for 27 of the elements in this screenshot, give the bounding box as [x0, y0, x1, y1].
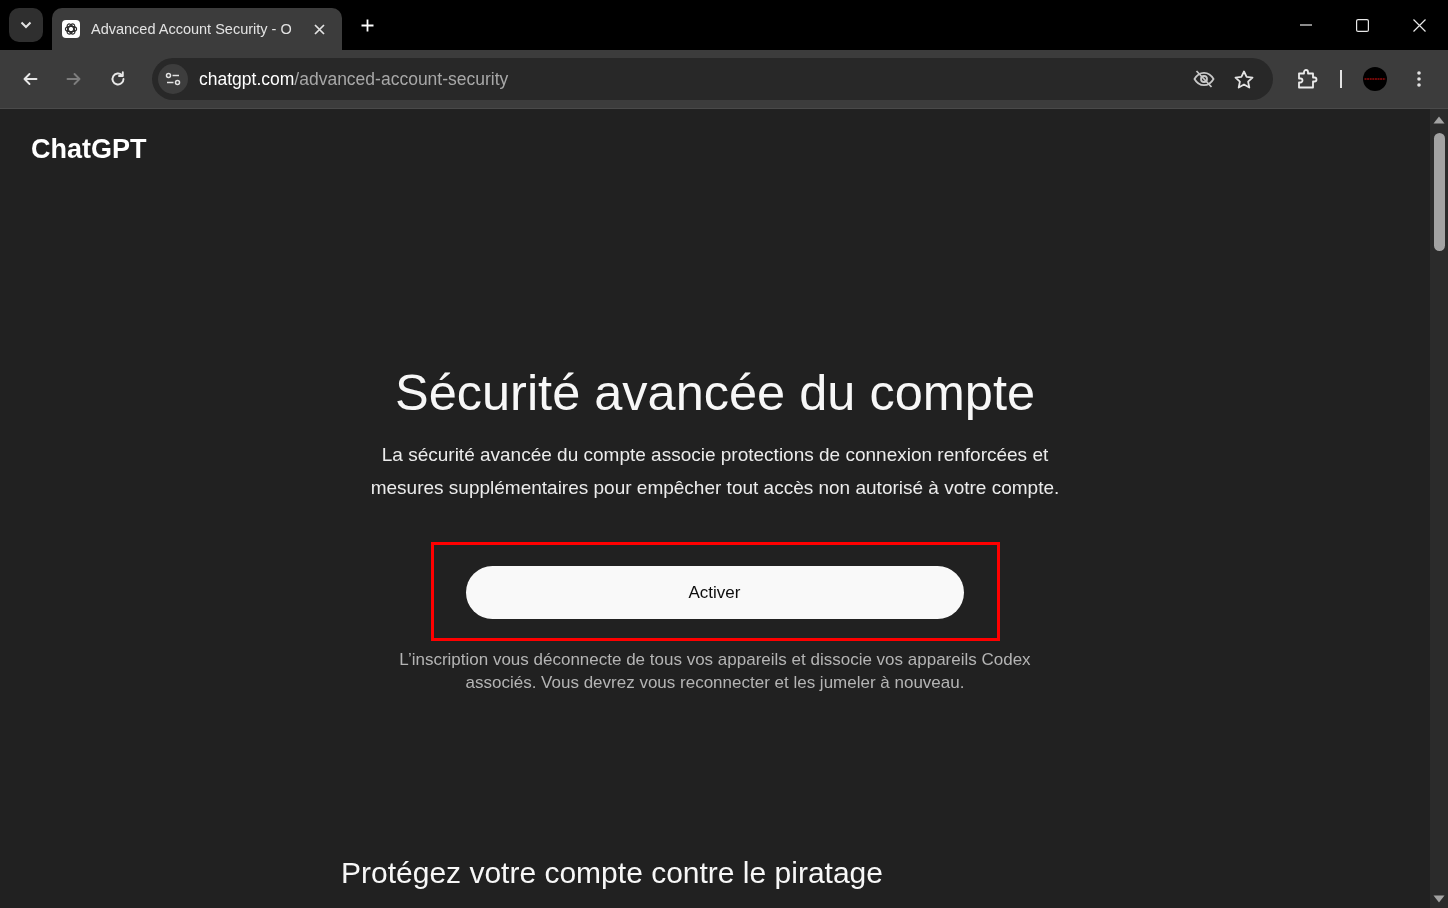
activate-button[interactable]: Activer: [465, 566, 964, 619]
address-field[interactable]: chatgpt.com/advanced-account-security: [152, 58, 1273, 100]
star-icon[interactable]: [1234, 69, 1254, 89]
description-text: La sécurité avancée du compte associe protections de connexion renforcées et mesures supplémentaires pour empêcher tout accès non autorisé à votre compte.: [369, 443, 1061, 500]
scroll-down-arrow-icon[interactable]: [1433, 895, 1445, 903]
scroll-up-arrow-icon[interactable]: [1433, 116, 1445, 124]
scrollbar[interactable]: [1430, 109, 1448, 908]
sliders-icon[interactable]: [158, 64, 188, 94]
note-text: L’inscription vous déconnecte de tous vos appareils et dissocie vos appareils Codex associés. Vous devrez vous reconnecter et les jumeler à nouveau.: [398, 649, 1032, 694]
browser-tab[interactable]: Advanced Account Security - O: [52, 8, 342, 50]
close-icon[interactable]: [1413, 18, 1426, 32]
page-title: Sécurité avancée du compte: [394, 364, 1036, 422]
logo-text[interactable]: ChatGPT: [31, 133, 147, 165]
chevron-down-icon: [20, 21, 32, 29]
eye-slash-icon[interactable]: [1193, 70, 1215, 88]
scrollbar-thumb[interactable]: [1433, 133, 1445, 251]
minimize-icon[interactable]: [1299, 24, 1312, 26]
tab-list-button[interactable]: [9, 8, 43, 42]
section-heading: Protégez votre compte contre le piratage: [341, 855, 884, 891]
reload-icon[interactable]: [110, 71, 126, 87]
back-icon[interactable]: [22, 71, 38, 87]
maximize-icon[interactable]: [1356, 18, 1369, 32]
puzzle-icon[interactable]: [1297, 69, 1319, 89]
more-icon[interactable]: [1417, 71, 1421, 87]
knot-icon: [62, 20, 80, 38]
plus-icon[interactable]: [361, 19, 374, 32]
close-icon[interactable]: [314, 23, 325, 35]
